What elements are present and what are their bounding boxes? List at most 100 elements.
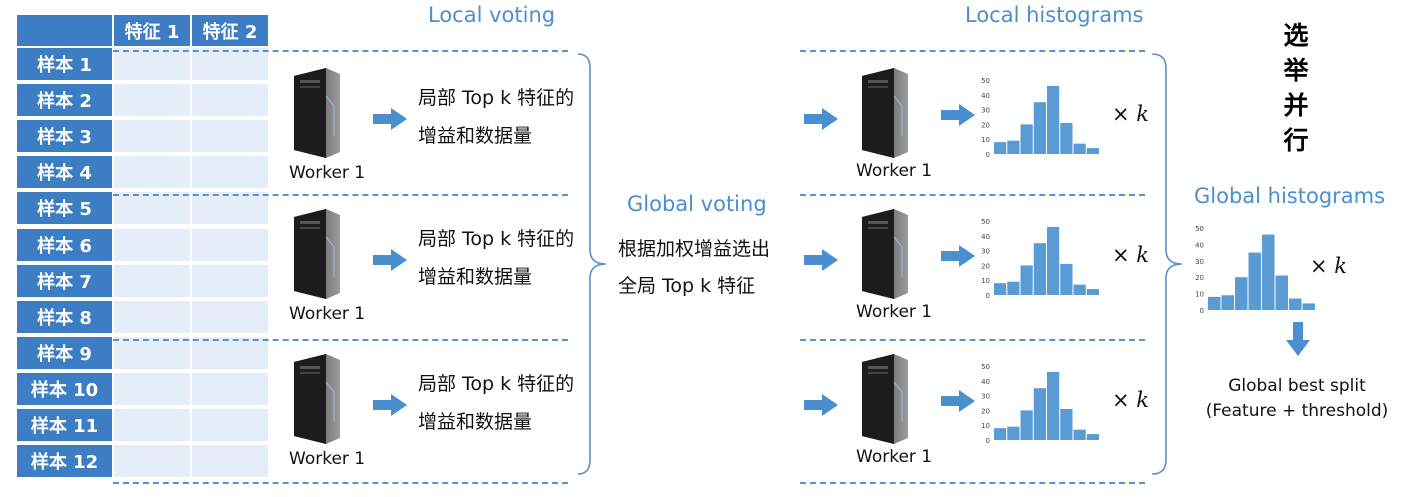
table-cell <box>112 298 190 333</box>
hist-tick-label: 0 <box>986 437 990 445</box>
hist-bar <box>1208 296 1221 310</box>
hist-tick-label: 50 <box>1195 225 1204 233</box>
hist-tick-label: 40 <box>1195 241 1204 249</box>
server-tower-icon <box>862 354 908 444</box>
table-cell <box>112 226 190 261</box>
table-cell <box>190 370 268 405</box>
vertical-title-char: 行 <box>1283 126 1309 155</box>
row-label: 样本 4 <box>17 154 112 189</box>
table-cell <box>190 262 268 297</box>
hist-bar <box>1275 275 1288 310</box>
local-multiplier: × k <box>1112 243 1149 267</box>
table-cell <box>112 407 190 441</box>
vertical-title-char: 并 <box>1283 91 1309 120</box>
row-label: 样本 1 <box>17 46 112 80</box>
hist-bar <box>1289 298 1302 310</box>
hist-tick-label: 20 <box>981 407 990 415</box>
hist-divider-bottom <box>800 482 1145 484</box>
table-cell <box>190 118 268 153</box>
hist-tick-label: 10 <box>981 422 990 430</box>
global-histogram: 50 40 30 20 10 0 <box>1195 225 1315 315</box>
hist-bar <box>1302 303 1315 310</box>
local-histogram: 50 40 30 20 10 0 <box>981 77 1099 159</box>
hist-bar <box>1007 426 1020 440</box>
multiplier-var: k <box>1334 254 1348 278</box>
global-voting-line2: 全局 Top k 特征 <box>618 275 756 297</box>
worker-label: Worker 1 <box>856 161 933 181</box>
hist-bar <box>1020 124 1033 154</box>
right-arrow-icon <box>373 249 407 271</box>
worker-label: Worker 1 <box>856 447 933 467</box>
server-tower-icon <box>294 209 340 299</box>
vertical-title-char: 举 <box>1283 56 1309 85</box>
hist-bar <box>1221 295 1234 310</box>
hist-bar <box>1073 284 1086 295</box>
table-cell <box>112 118 190 153</box>
hist-tick-label: 40 <box>981 233 990 241</box>
hist-bar <box>1086 148 1099 154</box>
table-cell <box>190 226 268 261</box>
row-label: 样本 7 <box>17 262 112 297</box>
table-cell <box>190 443 268 478</box>
vertical-title: 选 举 并 行 <box>1280 18 1312 158</box>
hist-bar <box>1020 265 1033 295</box>
global-histograms-title: Global histograms <box>1194 184 1386 208</box>
hist-tick-label: 20 <box>1195 274 1204 282</box>
hist-tick-label: 10 <box>1195 291 1204 299</box>
hist-divider-2 <box>800 339 1145 341</box>
hist-tick-label: 10 <box>981 136 990 144</box>
local-voting-line2: 增益和数据量 <box>418 266 533 288</box>
hist-bar <box>1020 410 1033 440</box>
hist-bar <box>994 283 1007 295</box>
divider-top <box>113 50 568 52</box>
worker-label: Worker 1 <box>289 304 366 324</box>
worker-label: Worker 1 <box>856 302 933 322</box>
row-label: 样本 10 <box>17 370 112 405</box>
right-arrow-icon <box>804 394 838 416</box>
hist-bar <box>1086 434 1099 440</box>
hist-bar <box>1007 281 1020 295</box>
hist-bar <box>1073 143 1086 154</box>
right-arrow-icon <box>941 104 975 126</box>
row-label: 样本 8 <box>17 298 112 333</box>
global-voting-line1: 根据加权增益选出 <box>618 238 771 260</box>
right-arrow-icon <box>373 394 407 416</box>
right-arrow-icon <box>373 108 407 130</box>
hist-bar <box>1033 243 1046 295</box>
sample-feature-table: 特征 1 特征 2 样本 1 样本 2 样本 3 样本 4 样本 5 样本 6 样本 7 样本… <box>17 15 274 483</box>
local-voting-line1: 局部 Top k 特征的 <box>418 228 575 250</box>
hist-bar <box>1073 429 1086 440</box>
hist-tick-label: 0 <box>986 292 990 300</box>
best-split-line2: (Feature + threshold) <box>1205 401 1389 421</box>
local-histograms-title: Local histograms <box>965 3 1144 27</box>
right-arrow-icon <box>804 249 838 271</box>
row-label: 样本 11 <box>17 407 112 441</box>
hist-bar <box>1248 252 1261 310</box>
table-cell <box>112 443 190 478</box>
hist-tick-label: 10 <box>981 277 990 285</box>
multiplier-sign: × <box>1112 243 1130 267</box>
server-tower-icon <box>862 209 908 299</box>
local-histogram: 50 40 30 20 10 0 <box>981 363 1099 445</box>
left-brace <box>577 53 607 475</box>
table-cell <box>190 154 268 189</box>
server-tower-icon <box>294 68 340 158</box>
row-label: 样本 9 <box>17 334 112 369</box>
local-voting-line2: 增益和数据量 <box>418 125 533 147</box>
hist-divider-top <box>800 50 1145 52</box>
hist-bar <box>1060 263 1073 295</box>
right-arrow-icon <box>804 108 838 130</box>
table-cell <box>112 370 190 405</box>
hist-bar <box>1033 388 1046 440</box>
hist-bar <box>1033 102 1046 154</box>
table-cell <box>112 154 190 189</box>
global-voting-title: Global voting <box>627 192 767 216</box>
local-voting-title: Local voting <box>428 3 556 27</box>
row-label: 样本 5 <box>17 190 112 225</box>
hist-bar <box>994 142 1007 154</box>
multiplier-sign: × <box>1310 254 1328 278</box>
table-cell <box>190 82 268 117</box>
worker-label: Worker 1 <box>289 449 366 469</box>
hist-tick-label: 30 <box>1195 258 1204 266</box>
column-header-feature-1: 特征 1 <box>112 15 190 46</box>
